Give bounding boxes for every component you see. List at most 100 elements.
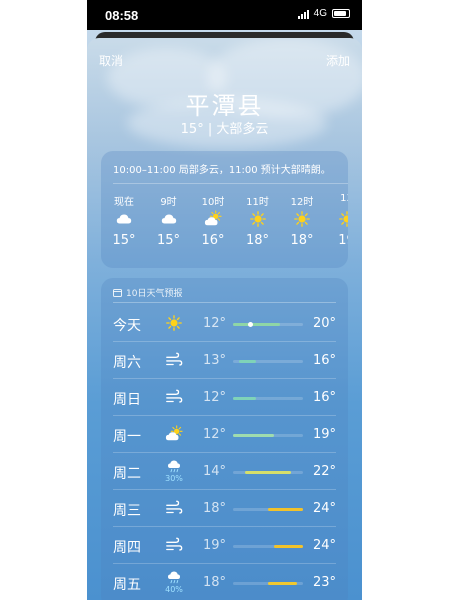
daily-day: 周一 (113, 429, 141, 445)
hourly-item: 现在 15° (109, 193, 139, 248)
status-time: 08:58 (105, 8, 139, 23)
daily-low: 18° (203, 575, 227, 590)
temp-range-fill (273, 545, 303, 548)
hourly-time: 10时 (201, 197, 225, 208)
daily-high: 23° (313, 575, 337, 590)
hourly-item: 12时 18° (287, 193, 317, 248)
daily-header-label: 10日天气预报 (126, 289, 183, 299)
daily-row[interactable]: 今天 12° 20° (101, 305, 348, 342)
daily-day: 周日 (113, 392, 141, 408)
daily-high: 16° (313, 390, 337, 405)
hourly-time: 13 (340, 193, 348, 204)
daily-high: 22° (313, 464, 337, 479)
hourly-temp: 15° (112, 233, 136, 248)
temp-range-bar (233, 582, 303, 585)
temp-range-fill (268, 582, 298, 585)
current-temp-marker (248, 322, 253, 327)
precip-chance: 40% (165, 585, 183, 594)
current-conditions: 15° | 大部多云 (180, 122, 269, 137)
hourly-time: 11时 (246, 197, 269, 208)
daily-icon (163, 385, 185, 409)
hourly-icon (243, 207, 273, 231)
hourly-time: 9时 (160, 197, 177, 208)
daily-row[interactable]: 周三 18° 24° (101, 490, 348, 527)
temp-range-fill (233, 397, 257, 400)
cancel-button[interactable]: 取消 (99, 52, 123, 69)
hourly-icon (154, 207, 184, 231)
daily-icon: 40% (163, 570, 185, 594)
daily-row[interactable]: 周一 12° 19° (101, 416, 348, 453)
daily-day: 周三 (113, 503, 141, 519)
precip-chance: 30% (165, 474, 183, 483)
sun-icon (294, 211, 310, 227)
daily-low: 12° (203, 390, 227, 405)
daily-icon (163, 533, 185, 557)
rain-icon (168, 460, 180, 473)
daily-icon (163, 422, 185, 446)
wind-icon (166, 352, 183, 366)
temp-range-bar (233, 397, 303, 400)
divider (113, 183, 348, 184)
weather-card: 取消 添加 平潭县 15° | 大部多云 10:00–11:00 局部多云，11… (87, 38, 362, 600)
hourly-time: 12时 (290, 197, 314, 208)
temp-range-fill (233, 434, 274, 437)
temp-range-bar (233, 434, 303, 437)
hourly-temp: 15° (156, 233, 181, 248)
add-button[interactable]: 添加 (326, 52, 350, 69)
temp-range-bar (233, 360, 303, 363)
network-type: 4G (313, 8, 327, 19)
daily-row[interactable]: 周二 30% 14° 22° (101, 453, 348, 490)
temp-range-bar (233, 322, 303, 327)
wind-icon (166, 537, 183, 551)
daily-header: 10日天气预报 (113, 286, 182, 299)
daily-day: 周六 (113, 355, 141, 371)
hourly-summary: 10:00–11:00 局部多云，11:00 预计大部晴朗。 (113, 165, 331, 176)
daily-low: 12° (203, 316, 227, 331)
status-bar: 08:58 4G (87, 0, 362, 30)
daily-day: 周四 (113, 540, 141, 556)
signal-icon (297, 9, 309, 19)
daily-low: 14° (203, 464, 227, 479)
daily-high: 24° (313, 501, 337, 516)
temp-range-fill (233, 323, 280, 326)
temp-range-bar (233, 508, 303, 511)
hourly-item: 9时 15° (154, 193, 184, 248)
temp-range-fill (268, 508, 303, 511)
daily-high: 24° (313, 538, 337, 553)
daily-day: 周五 (113, 577, 141, 593)
partly-cloudy-icon (204, 210, 222, 226)
status-indicators: 4G (297, 8, 350, 19)
daily-row[interactable]: 周五 40% 18° 23° (101, 564, 348, 600)
rain-icon (168, 571, 180, 584)
sun-icon (338, 211, 348, 227)
daily-icon (163, 311, 185, 335)
cloud-icon (116, 214, 132, 224)
hourly-icon (332, 207, 348, 231)
daily-row[interactable]: 周六 13° 16° (101, 342, 348, 379)
wind-icon (166, 389, 183, 403)
city-name: 平潭县 (185, 92, 264, 120)
daily-day: 周二 (113, 466, 141, 482)
phone-screen: 08:58 4G 取消 添加 平潭县 15° | 大部多云 10:00–11:0… (87, 0, 362, 600)
temp-range-fill (244, 471, 292, 474)
ten-day-forecast[interactable]: 10日天气预报 今天 12° 20° 周六 13° 16° 周日 12° 16°… (101, 278, 348, 600)
daily-low: 19° (203, 538, 227, 553)
daily-row[interactable]: 周日 12° 16° (101, 379, 348, 416)
hourly-forecast[interactable]: 10:00–11:00 局部多云，11:00 预计大部晴朗。 现在 15° 9时 … (101, 151, 348, 268)
sun-icon (166, 315, 182, 331)
hourly-item: 10时 16° (198, 193, 228, 248)
sun-icon (249, 211, 266, 227)
hourly-temp: 18° (245, 233, 270, 248)
hourly-icon (198, 207, 228, 231)
hourly-temp: 18° (290, 233, 314, 248)
hourly-time: 现在 (114, 197, 134, 208)
daily-low: 13° (203, 353, 227, 368)
daily-row[interactable]: 周四 19° 24° (101, 527, 348, 564)
daily-icon (163, 496, 185, 520)
daily-high: 19° (313, 427, 337, 442)
temp-range-bar (233, 471, 303, 474)
wind-icon (166, 500, 183, 514)
hourly-item: 11时 18° (243, 193, 273, 248)
daily-day: 今天 (113, 318, 141, 334)
temp-range-bar (233, 545, 303, 548)
